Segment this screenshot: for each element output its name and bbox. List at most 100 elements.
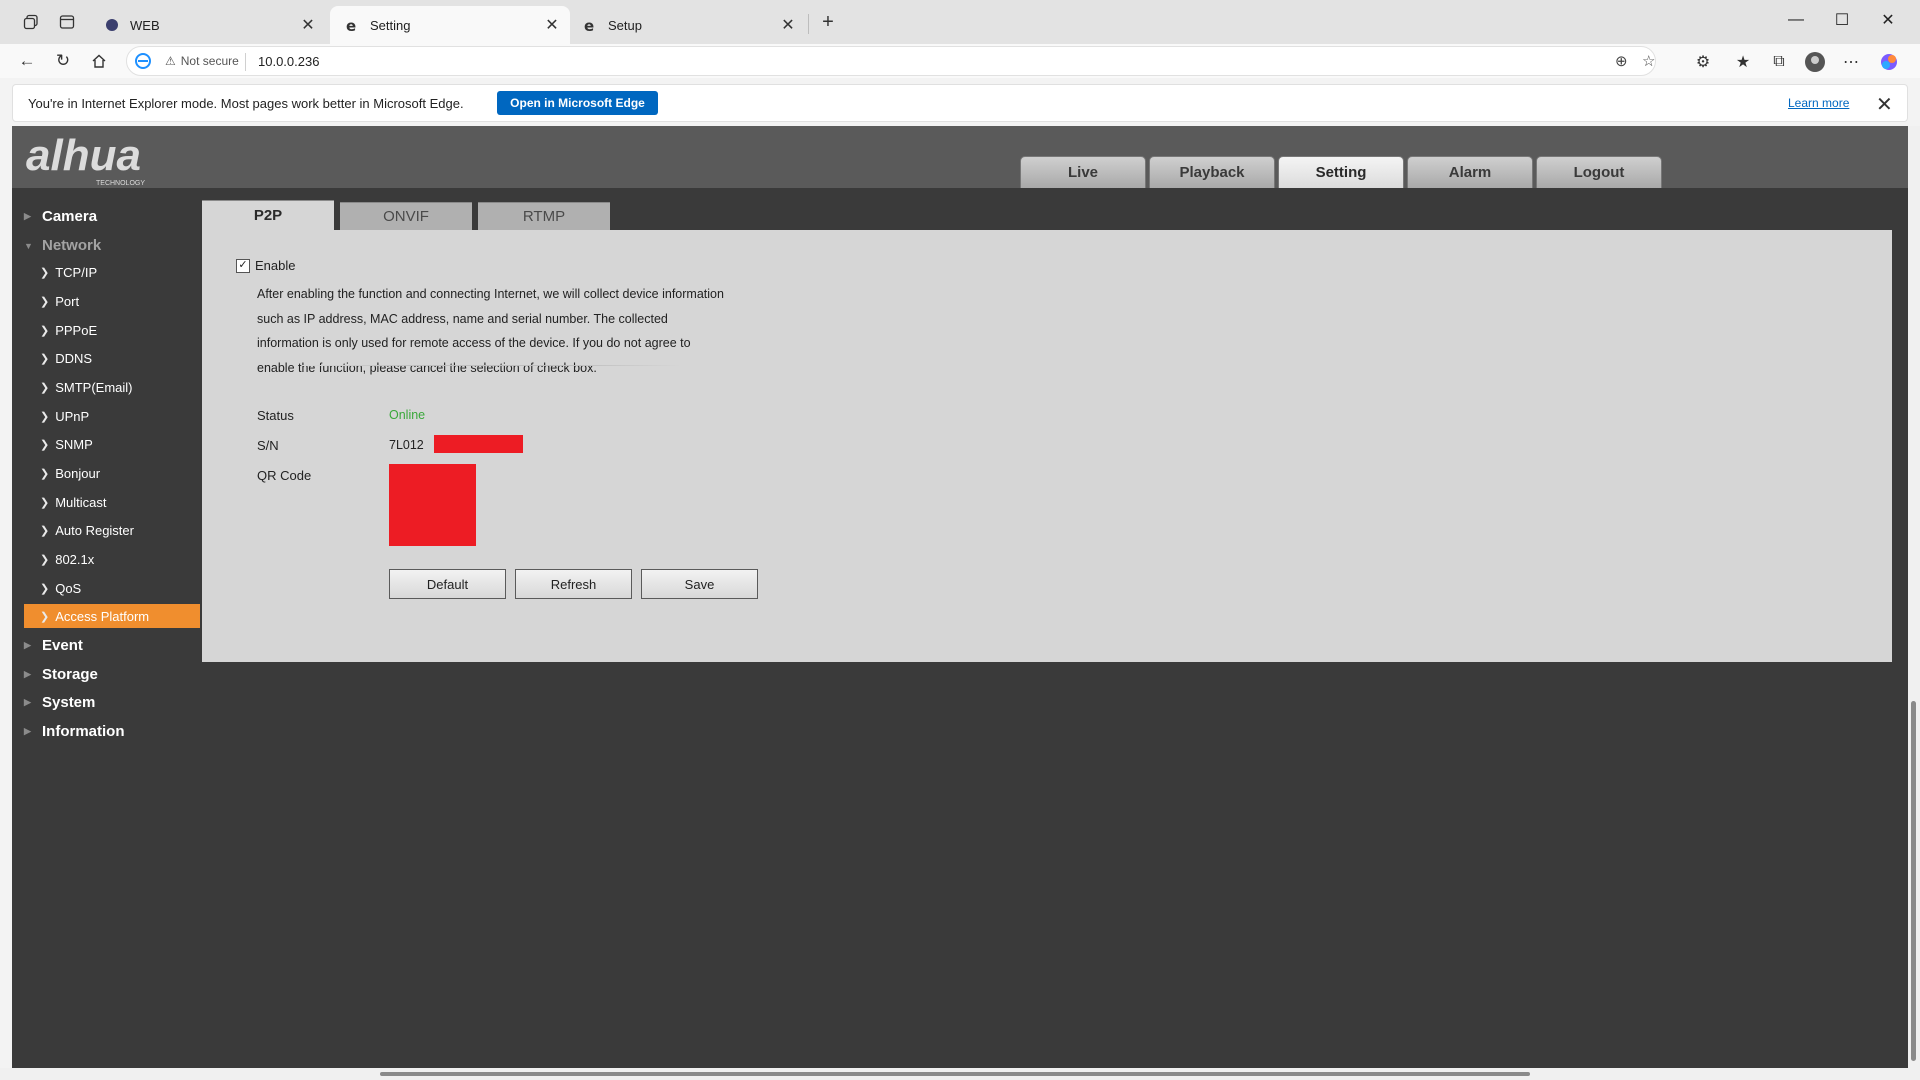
chevron-right-icon: ❯	[40, 496, 50, 509]
sidebar-group-system[interactable]: ▶ System	[24, 694, 95, 711]
security-indicator[interactable]: ⚠ Not secure	[165, 54, 239, 68]
profile-avatar[interactable]	[1802, 50, 1828, 74]
sidebar-group-network[interactable]: ▼ Network	[24, 237, 101, 254]
enable-label: Enable	[255, 258, 296, 273]
tab-onvif[interactable]: ONVIF	[340, 202, 472, 230]
chevron-right-icon: ❯	[40, 410, 50, 423]
chevron-right-icon: ❯	[40, 352, 50, 365]
tab-title: WEB	[130, 17, 160, 33]
favorites-icon[interactable]: ★	[1730, 50, 1756, 74]
chevron-right-icon: ❯	[40, 582, 50, 595]
sidebar-item-8021x[interactable]: ❯ 802.1x	[24, 547, 200, 571]
settings-sidebar: ▶ Camera ▼ Network ❯ TCP/IP ❯ Port ❯ PPPoE …	[12, 188, 200, 1068]
horizontal-scrollbar[interactable]	[0, 1068, 1920, 1080]
home-icon[interactable]	[84, 47, 114, 75]
sidebar-item-smtp[interactable]: ❯ SMTP(Email)	[24, 375, 200, 399]
sidebar-item-ddns[interactable]: ❯ DDNS	[24, 346, 200, 370]
browser-toolbar: ← ↻ ⚠ Not secure 10.0.0.236 ⊕ ☆ ⚙ ★ ⧉ ⋯	[0, 44, 1920, 78]
zoom-icon[interactable]: ⊕	[1615, 52, 1628, 70]
workspaces-icon[interactable]	[16, 8, 46, 36]
sidebar-item-bonjour[interactable]: ❯ Bonjour	[24, 461, 200, 485]
sidebar-item-tcpip[interactable]: ❯ TCP/IP	[24, 260, 200, 284]
qr-code-image	[389, 464, 476, 546]
chevron-right-icon: ❯	[40, 324, 50, 337]
refresh-icon[interactable]: ↻	[48, 47, 78, 75]
nav-live[interactable]: Live	[1020, 156, 1146, 188]
ie-mode-infobar: You're in Internet Explorer mode. Most p…	[12, 84, 1908, 122]
tab-strip: WEB ✕ e Setting ✕ e Setup ✕ + — ☐ ✕	[0, 0, 1920, 44]
chevron-right-icon: ❯	[40, 467, 50, 480]
chevron-right-icon: ❯	[40, 295, 50, 308]
url-text[interactable]: 10.0.0.236	[258, 54, 319, 69]
expand-triangle-icon: ▶	[24, 697, 31, 707]
sidebar-group-event[interactable]: ▶ Event	[24, 637, 83, 654]
sidebar-item-snmp[interactable]: ❯ SNMP	[24, 432, 200, 456]
close-tab-icon[interactable]: ✕	[778, 15, 798, 35]
open-in-edge-button[interactable]: Open in Microsoft Edge	[497, 91, 658, 115]
save-button[interactable]: Save	[641, 569, 758, 599]
scrollbar-thumb[interactable]	[1911, 701, 1916, 1061]
ie-icon: e	[344, 17, 360, 33]
tab-actions-icon[interactable]	[52, 8, 82, 36]
enable-checkbox[interactable]: ✓	[236, 258, 250, 273]
sidebar-group-storage[interactable]: ▶ Storage	[24, 666, 98, 683]
tab-p2p[interactable]: P2P	[202, 200, 334, 230]
learn-more-link[interactable]: Learn more	[1788, 96, 1849, 110]
enable-row: ✓ Enable	[236, 258, 295, 273]
close-tab-icon[interactable]: ✕	[298, 15, 318, 35]
favorite-star-icon[interactable]: ☆	[1642, 52, 1655, 70]
browser-tab-web[interactable]: WEB ✕	[90, 6, 326, 44]
nav-setting[interactable]: Setting	[1278, 156, 1404, 188]
browser-window: WEB ✕ e Setting ✕ e Setup ✕ + — ☐ ✕ ← ↻	[0, 0, 1920, 1080]
more-menu-icon[interactable]: ⋯	[1838, 50, 1864, 74]
sidebar-group-camera[interactable]: ▶ Camera	[24, 208, 97, 225]
sn-value: 7L012	[389, 438, 424, 452]
description-line: After enabling the function and connecti…	[257, 287, 724, 301]
close-window-icon[interactable]: ✕	[1865, 0, 1911, 40]
close-tab-icon[interactable]: ✕	[542, 15, 562, 35]
collections-icon[interactable]: ⧉	[1766, 50, 1792, 74]
copilot-icon[interactable]	[1876, 50, 1902, 74]
app-header: alhua TECHNOLOGY Live Playback Setting A…	[12, 126, 1908, 188]
nav-logout[interactable]: Logout	[1536, 156, 1662, 188]
sidebar-item-pppoe[interactable]: ❯ PPPoE	[24, 318, 200, 342]
maximize-icon[interactable]: ☐	[1819, 0, 1865, 40]
extensions-icon[interactable]: ⚙	[1690, 50, 1716, 74]
tab-rtmp[interactable]: RTMP	[478, 202, 610, 230]
tab-title: Setting	[370, 17, 411, 33]
default-button[interactable]: Default	[389, 569, 506, 599]
svg-text:e: e	[583, 18, 593, 33]
chevron-right-icon: ❯	[40, 524, 50, 537]
sidebar-item-auto-register[interactable]: ❯ Auto Register	[24, 518, 200, 542]
sidebar-item-access-platform[interactable]: ❯ Access Platform	[24, 604, 200, 628]
sidebar-item-qos[interactable]: ❯ QoS	[24, 576, 200, 600]
chevron-right-icon: ❯	[40, 553, 50, 566]
minimize-icon[interactable]: —	[1773, 0, 1819, 40]
browser-tab-setup[interactable]: e Setup ✕	[568, 6, 806, 44]
svg-text:e: e	[345, 18, 355, 33]
sidebar-item-port[interactable]: ❯ Port	[24, 289, 200, 313]
chevron-right-icon: ❯	[40, 381, 50, 394]
new-tab-icon[interactable]: +	[813, 8, 843, 36]
ie-mode-icon[interactable]	[135, 53, 151, 74]
sn-redaction	[434, 435, 523, 453]
p2p-panel: ✓ Enable After enabling the function and…	[202, 230, 1892, 662]
description-line: information is only used for remote acce…	[257, 336, 691, 350]
chevron-right-icon: ❯	[40, 438, 50, 451]
warning-icon: ⚠	[165, 54, 176, 68]
browser-tab-setting[interactable]: e Setting ✕	[330, 6, 570, 44]
expand-triangle-icon: ▶	[24, 211, 31, 221]
close-infobar-icon[interactable]: ✕	[1876, 92, 1893, 117]
description-line: such as IP address, MAC address, name an…	[257, 311, 668, 326]
address-bar[interactable]: ⚠ Not secure 10.0.0.236 ⊕ ☆	[126, 46, 1656, 76]
sidebar-group-information[interactable]: ▶ Information	[24, 723, 125, 740]
refresh-button[interactable]: Refresh	[515, 569, 632, 599]
vertical-scrollbar[interactable]	[1908, 126, 1920, 1068]
status-value: Online	[389, 408, 426, 422]
nav-alarm[interactable]: Alarm	[1407, 156, 1533, 188]
back-icon[interactable]: ←	[12, 47, 42, 75]
sidebar-item-multicast[interactable]: ❯ Multicast	[24, 490, 200, 514]
nav-playback[interactable]: Playback	[1149, 156, 1275, 188]
scrollbar-thumb[interactable]	[380, 1072, 1530, 1076]
sidebar-item-upnp[interactable]: ❯ UPnP	[24, 404, 200, 428]
